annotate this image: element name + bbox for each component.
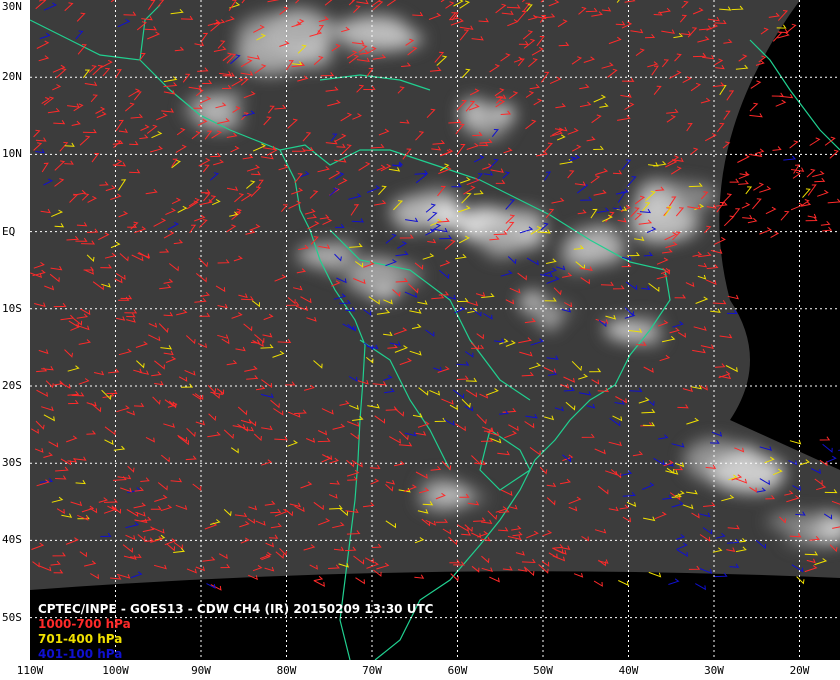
wind-barb xyxy=(355,577,365,585)
wind-barb xyxy=(759,227,772,235)
longitude-label: 70W xyxy=(362,664,382,677)
wind-barb xyxy=(771,92,784,97)
wind-barb xyxy=(819,436,831,441)
wind-barb xyxy=(789,439,802,445)
satellite-map xyxy=(30,0,840,660)
wind-barb xyxy=(775,99,787,107)
latitude-label: 40S xyxy=(2,533,22,547)
wind-barb xyxy=(749,113,763,118)
wind-barb xyxy=(489,576,500,583)
wind-barb xyxy=(741,202,751,209)
wind-barb xyxy=(750,80,762,89)
map-caption: CPTEC/INPE - GOES13 - CDW CH4 (IR) 20150… xyxy=(38,602,433,662)
cloud-patch xyxy=(603,320,639,337)
wind-barb xyxy=(753,182,765,191)
longitude-label: 30W xyxy=(704,664,724,677)
wind-barb xyxy=(729,178,740,183)
wind-barb xyxy=(789,140,799,149)
cloud-patch xyxy=(334,18,397,46)
wind-barb xyxy=(593,580,603,587)
legend-low: 1000-700 hPa xyxy=(38,617,131,631)
wind-barb xyxy=(812,170,825,178)
longitude-label: 60W xyxy=(447,664,468,677)
cloud-patch xyxy=(781,516,829,530)
wind-barb xyxy=(814,177,826,183)
cloud-patch xyxy=(784,530,829,548)
wind-barb xyxy=(772,146,782,151)
longitude-label: 110W xyxy=(16,664,44,677)
wind-barb xyxy=(802,188,811,198)
cloud-patch xyxy=(478,223,524,248)
wind-barb xyxy=(745,186,753,195)
wind-barb xyxy=(790,202,804,211)
cloud-patch xyxy=(202,92,246,105)
wind-barb xyxy=(737,154,750,163)
cloud-patch xyxy=(305,251,344,268)
latitude-label: 30N xyxy=(2,0,22,13)
wind-barb xyxy=(668,578,680,585)
map-canvas xyxy=(30,0,840,660)
wind-barb xyxy=(573,572,584,578)
cloud-patch xyxy=(287,14,331,42)
wind-barb xyxy=(313,575,324,582)
wind-barb xyxy=(827,198,840,204)
product-title: CPTEC/INPE - GOES13 - CDW CH4 (IR) 20150… xyxy=(38,602,434,616)
wind-barb xyxy=(820,220,831,226)
wind-barb xyxy=(822,226,833,232)
wind-barb xyxy=(731,208,741,220)
cloud-patch xyxy=(438,485,473,501)
legend-high: 401-100 hPa xyxy=(38,647,123,661)
latitude-label: 20N xyxy=(2,70,22,84)
cloud-patch xyxy=(396,212,427,232)
wind-barb xyxy=(796,576,805,585)
wind-barb xyxy=(827,455,837,463)
wind-barb xyxy=(210,584,222,591)
wind-barb xyxy=(695,583,707,591)
latitude-label: 20S xyxy=(2,379,22,392)
wind-barb xyxy=(738,180,749,185)
wind-barb xyxy=(809,137,821,146)
latitude-label: 30S xyxy=(2,456,22,470)
satellite-imagery xyxy=(30,0,840,590)
wind-barb xyxy=(822,443,833,453)
wind-barb xyxy=(783,155,797,161)
wind-barb xyxy=(786,23,797,33)
wind-barb xyxy=(765,206,777,215)
wind-barb xyxy=(414,574,425,579)
wind-barb xyxy=(755,148,765,155)
wind-barb xyxy=(742,214,753,220)
cloud-patch xyxy=(482,114,508,140)
wind-barb xyxy=(752,198,762,210)
longitude-label: 20W xyxy=(789,664,810,677)
wind-barb xyxy=(313,580,325,587)
longitude-label: 80W xyxy=(276,664,297,677)
wind-barb xyxy=(749,102,759,112)
wind-barb xyxy=(780,210,790,221)
wind-barb xyxy=(817,189,829,197)
longitude-label: 100W xyxy=(102,664,129,677)
wind-barb xyxy=(805,217,818,222)
wind-barb xyxy=(770,231,780,239)
latitude-label: EQ xyxy=(2,224,16,238)
longitude-label: 90W xyxy=(191,664,211,677)
latitude-label: 10N xyxy=(2,147,22,161)
latitude-label: 50S xyxy=(2,610,22,624)
wind-barb xyxy=(759,186,772,193)
legend-mid: 701-400 hPa xyxy=(38,632,123,646)
wind-barb xyxy=(618,580,629,586)
longitude-label: 40W xyxy=(618,664,639,677)
wind-barb xyxy=(648,571,662,578)
latitude-label: 10S xyxy=(2,301,22,315)
longitude-label: 50W xyxy=(533,664,553,677)
wind-barb xyxy=(824,136,836,146)
